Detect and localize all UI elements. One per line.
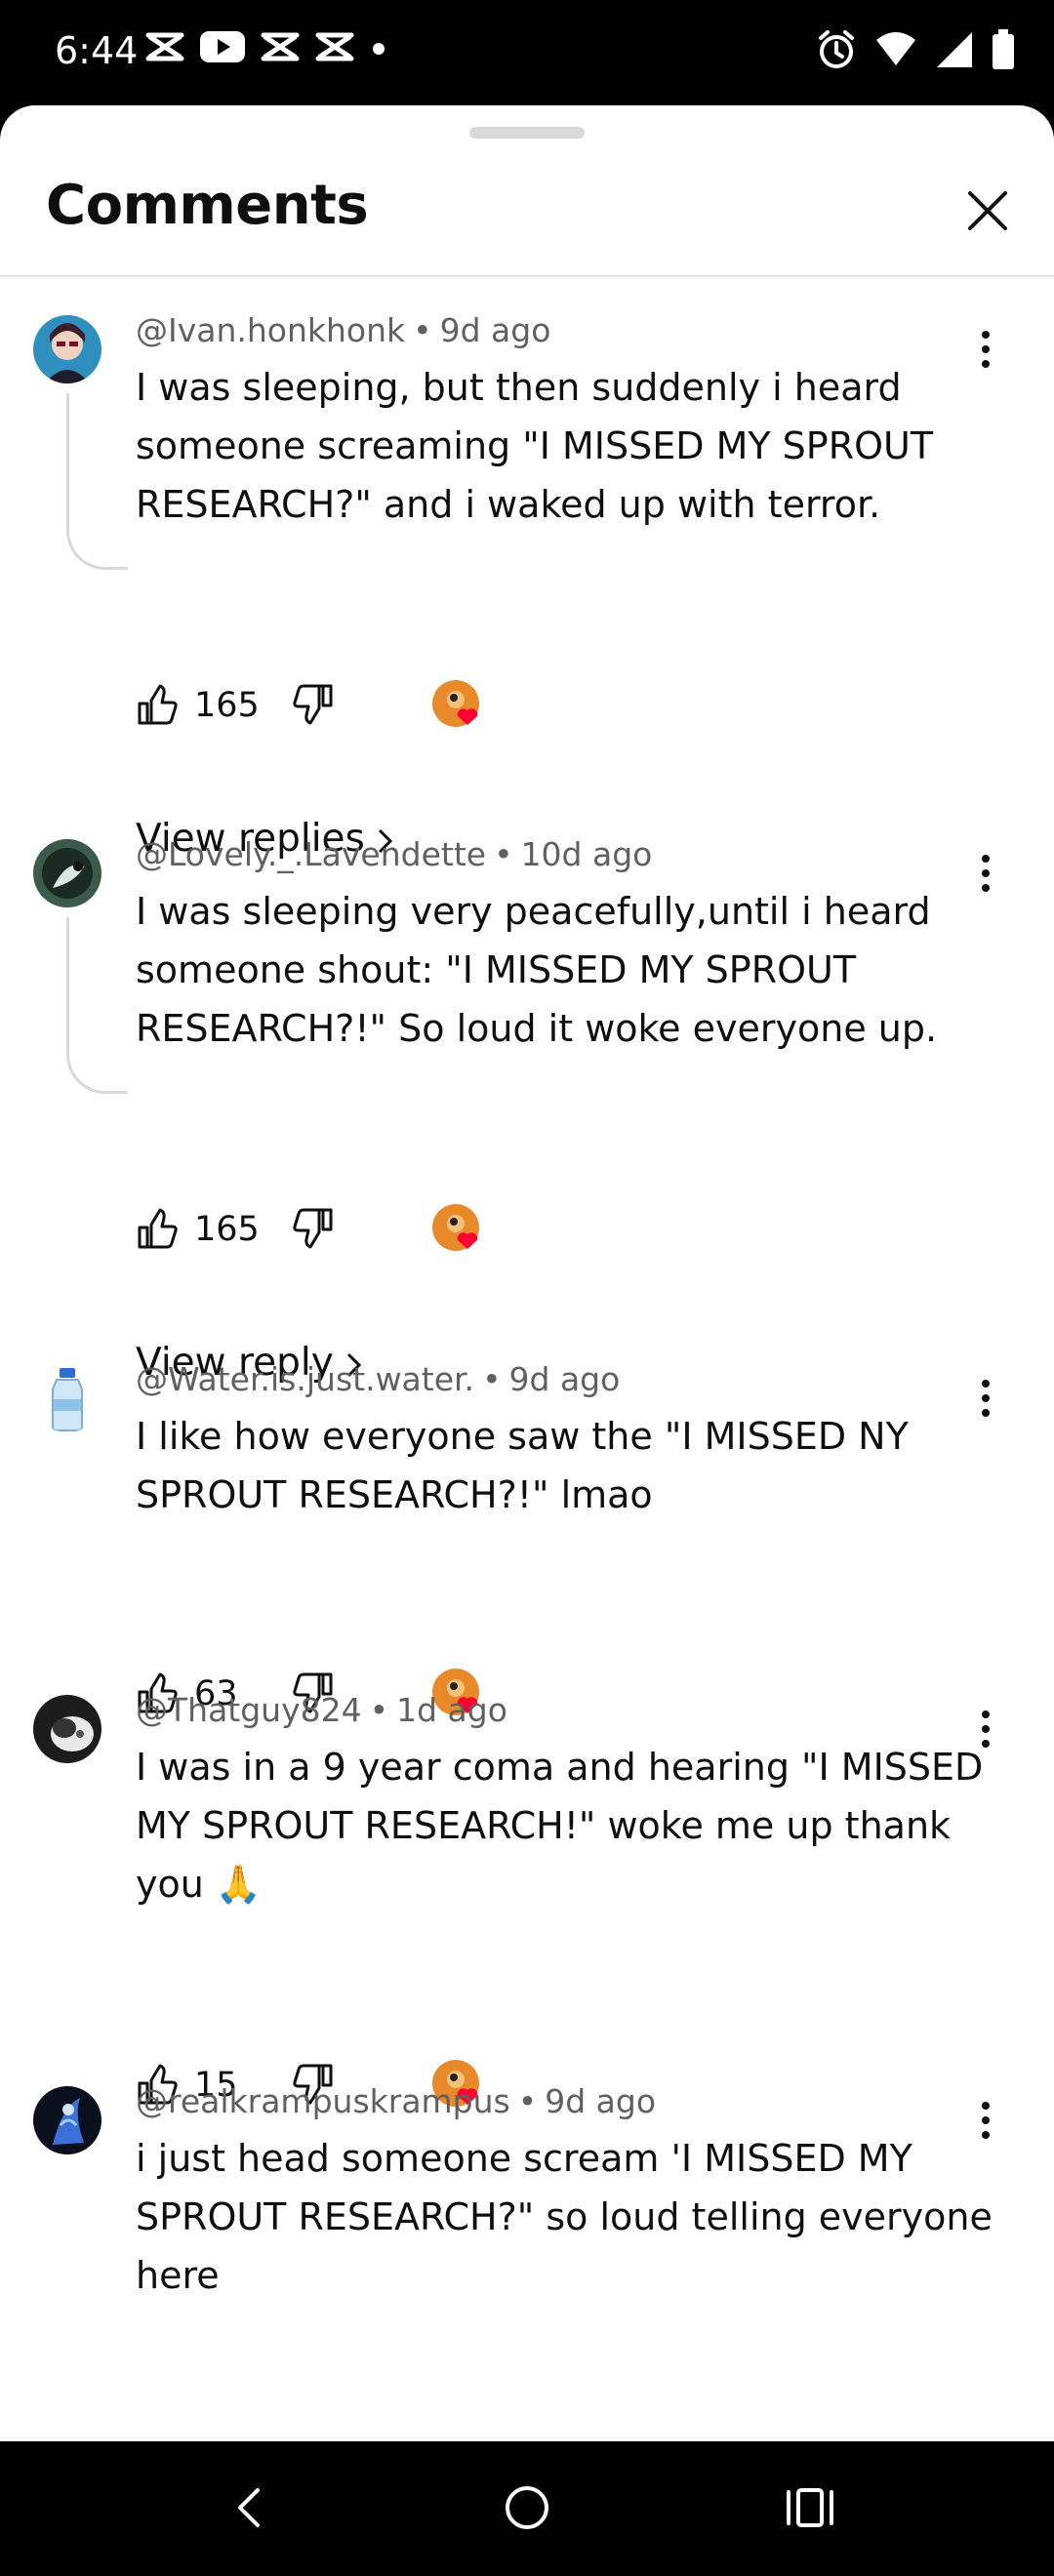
alarm-icon	[819, 30, 854, 68]
home-icon[interactable]	[498, 2478, 556, 2537]
thread-line	[66, 393, 128, 570]
comment-age: 9d ago	[545, 2082, 657, 2120]
sheet-title: Comments	[46, 174, 369, 237]
navigation-bar	[0, 2441, 1054, 2576]
comment-meta: @Lovely._.Lavendette • 10d ago	[136, 835, 653, 873]
avatar[interactable]	[33, 2086, 101, 2154]
close-icon[interactable]	[958, 181, 1017, 240]
comment-meta: @realkrampuskrampus • 9d ago	[136, 2082, 657, 2120]
like-count: 165	[194, 686, 260, 725]
thread-line	[66, 917, 128, 1094]
wifi-icon	[876, 32, 915, 65]
comment-age: 9d ago	[439, 311, 551, 349]
comment-author[interactable]: @Water.is.just.water.	[136, 1360, 474, 1398]
notification-x-icon	[261, 32, 300, 61]
comment-author[interactable]: @Lovely._.Lavendette	[136, 835, 486, 873]
avatar[interactable]	[33, 1695, 101, 1763]
like-button[interactable]: 165	[136, 1208, 260, 1251]
comment-text: I like how everyone saw the "I MISSED NY…	[136, 1415, 909, 1516]
comment-text: I was sleeping, but then suddenly i hear…	[136, 366, 934, 526]
comment-age: 1d ago	[396, 1691, 507, 1729]
dislike-button[interactable]	[292, 682, 335, 725]
drag-handle[interactable]	[469, 127, 585, 139]
thumbs-down-icon	[293, 684, 333, 725]
notification-x-icon	[145, 32, 184, 61]
avatar[interactable]	[33, 1364, 101, 1432]
status-bar: 6:44	[0, 0, 1054, 105]
comment-author[interactable]: @Ivan.honkhonk	[136, 311, 405, 349]
dislike-button[interactable]	[292, 1206, 335, 1249]
comment-meta: @Water.is.just.water. • 9d ago	[136, 1360, 621, 1398]
status-time: 6:44	[55, 29, 139, 72]
comment-actions: 165	[136, 676, 624, 735]
thumbs-up-icon	[138, 684, 178, 725]
battery-icon	[993, 29, 1014, 69]
comment-text: i just head someone scream 'I MISSED MY …	[136, 2137, 993, 2297]
avatar[interactable]	[33, 839, 101, 907]
avatar[interactable]	[33, 315, 101, 383]
system-icons	[816, 29, 1015, 70]
header-divider	[0, 275, 1054, 277]
signal-icon	[937, 32, 972, 67]
comment-text: I was sleeping very peacefully,until i h…	[136, 890, 938, 1050]
thumbs-up-icon	[138, 1208, 178, 1249]
comment-meta: @Ivan.honkhonk • 9d ago	[136, 311, 551, 349]
dot-icon	[373, 43, 385, 55]
youtube-icon	[200, 31, 245, 62]
creator-heart-icon	[432, 680, 479, 727]
comments-sheet: Comments @Ivan.honkhonk • 9d ago I was sle…	[0, 105, 1054, 2441]
comment-age: 10d ago	[520, 835, 653, 873]
creator-heart-icon	[432, 1204, 479, 1251]
like-count: 165	[194, 1210, 260, 1249]
notification-icons	[144, 29, 388, 64]
like-button[interactable]: 165	[136, 684, 260, 727]
comment-text: I was in a 9 year coma and hearing "I MI…	[136, 1746, 984, 1906]
notification-x-icon	[315, 32, 354, 61]
back-icon[interactable]	[221, 2478, 279, 2537]
comment-meta: @Thatguy824 • 1d ago	[136, 1691, 507, 1729]
thumbs-down-icon	[293, 1208, 333, 1249]
comment-author[interactable]: @realkrampuskrampus	[136, 2082, 510, 2120]
recents-icon[interactable]	[781, 2478, 839, 2537]
comment-actions: 165	[136, 1200, 624, 1259]
comment-age: 9d ago	[508, 1360, 621, 1398]
comment-author[interactable]: @Thatguy824	[136, 1691, 362, 1729]
